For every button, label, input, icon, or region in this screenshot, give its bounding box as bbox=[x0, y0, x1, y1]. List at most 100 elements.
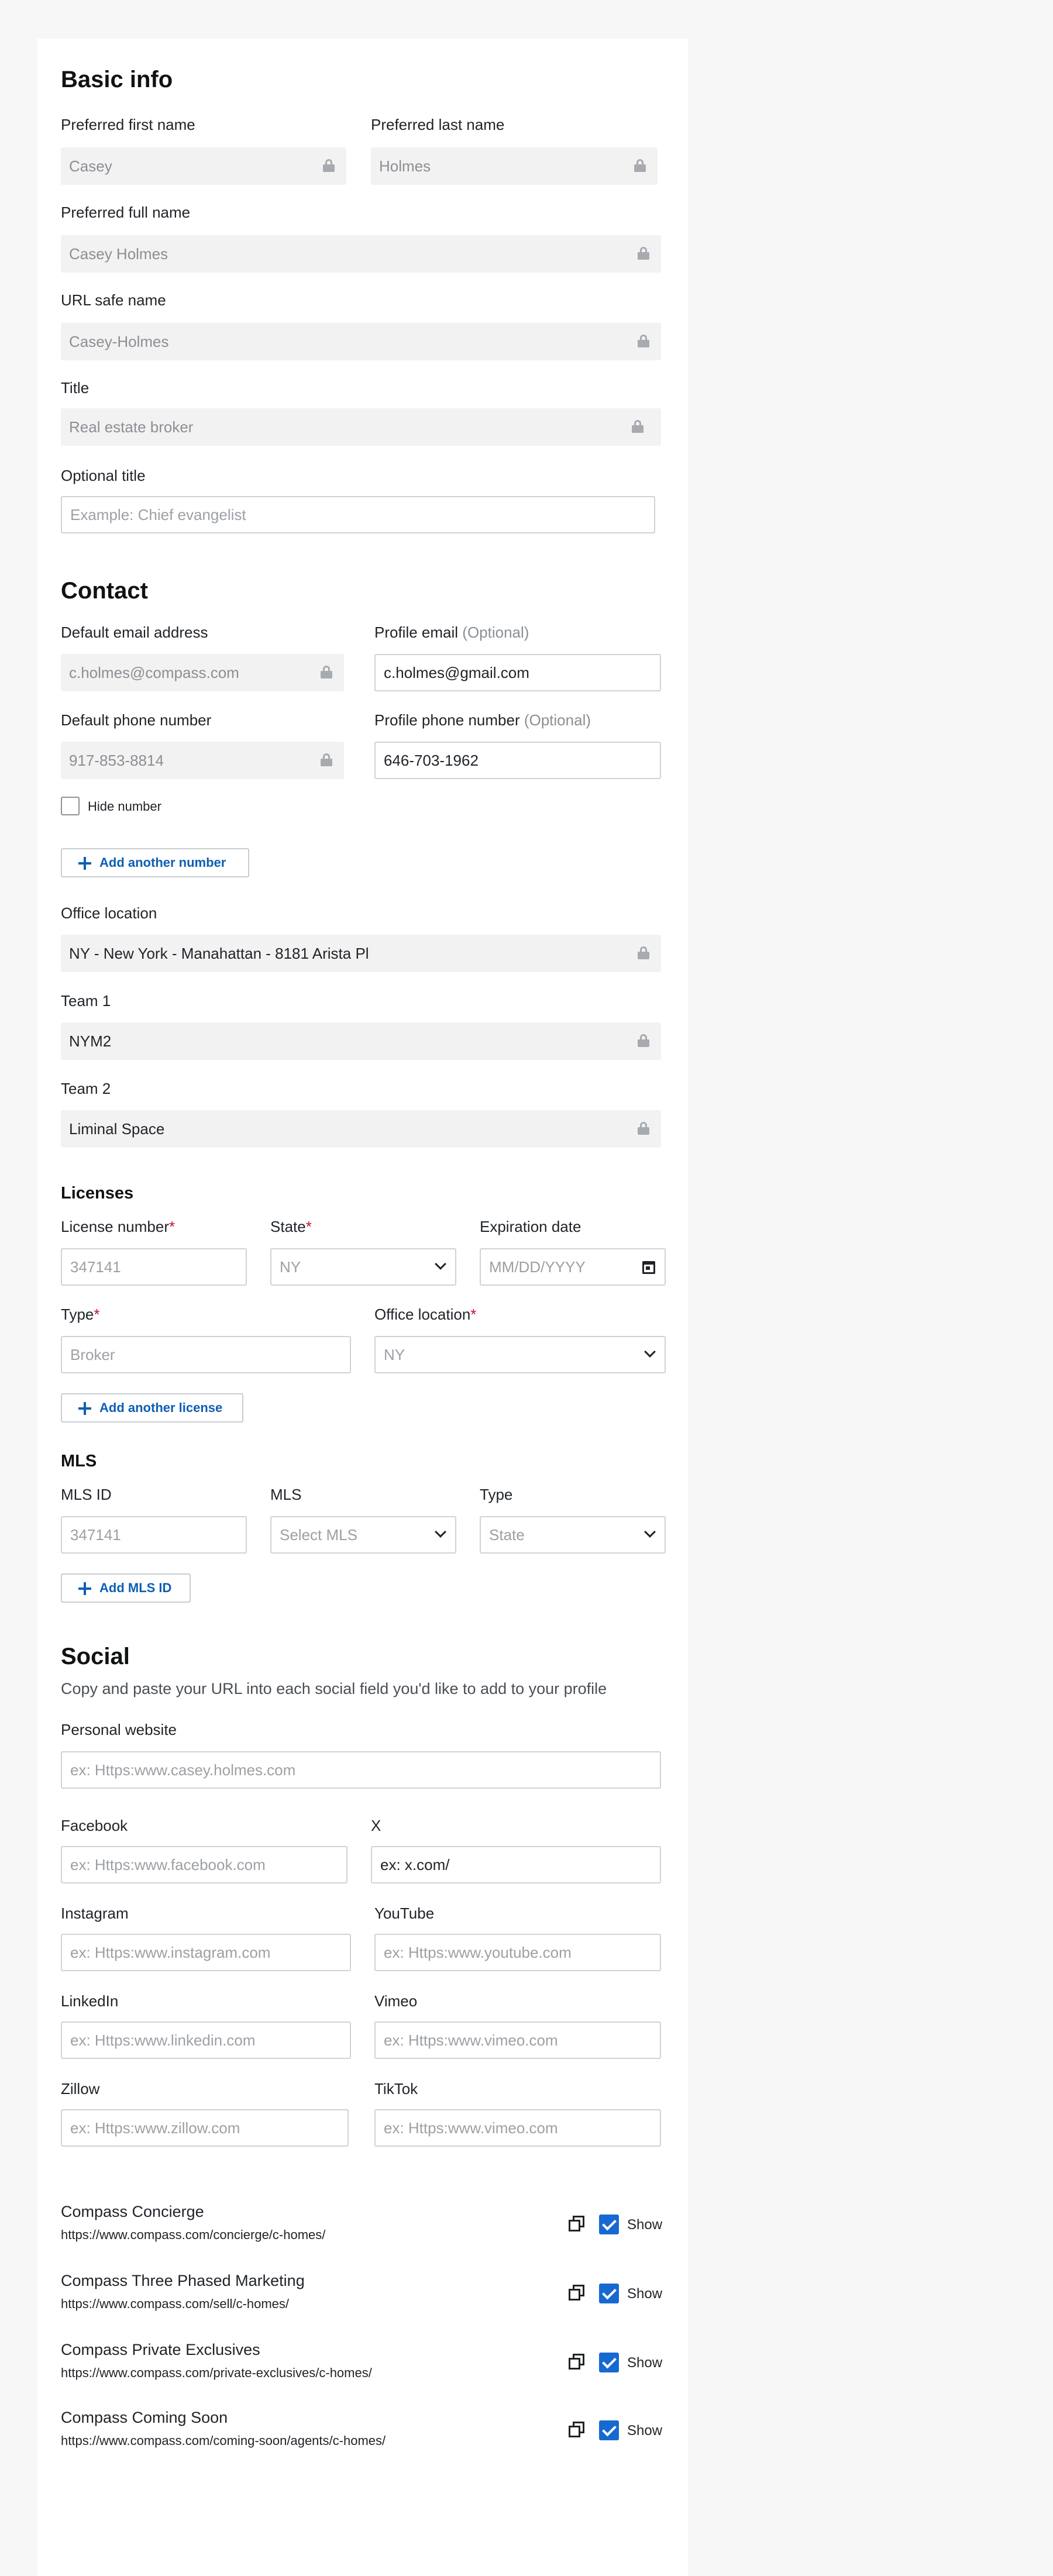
mls-placeholder: Select MLS bbox=[280, 1525, 357, 1544]
vimeo-input[interactable]: ex: Https:www.vimeo.com bbox=[374, 2021, 661, 2059]
x-label: X bbox=[371, 1817, 381, 1834]
license-type-label-text: Type bbox=[61, 1306, 94, 1323]
required-asterisk: * bbox=[305, 1218, 312, 1235]
last-name-field: Holmes bbox=[371, 147, 658, 185]
personal-website-label: Personal website bbox=[61, 1721, 177, 1738]
mls-id-input[interactable]: 347141 bbox=[61, 1516, 247, 1554]
show-checkbox[interactable] bbox=[599, 2284, 619, 2303]
instagram-label: Instagram bbox=[61, 1905, 129, 1922]
team1-value: NYM2 bbox=[69, 1032, 112, 1050]
lock-icon bbox=[638, 1034, 649, 1047]
vimeo-label: Vimeo bbox=[374, 1992, 418, 2010]
add-mls-id-button[interactable]: Add MLS ID bbox=[61, 1573, 191, 1603]
mls-type-select[interactable]: State bbox=[480, 1516, 666, 1554]
youtube-label: YouTube bbox=[374, 1905, 435, 1922]
lock-icon bbox=[638, 247, 649, 260]
license-type-input[interactable]: Broker bbox=[61, 1336, 351, 1373]
facebook-label: Facebook bbox=[61, 1817, 128, 1834]
plus-icon bbox=[78, 1582, 91, 1595]
chevron-down-icon bbox=[644, 1526, 656, 1538]
zillow-input[interactable]: ex: Https:www.zillow.com bbox=[61, 2109, 349, 2147]
state-placeholder: NY bbox=[280, 1258, 301, 1276]
profile-email-input[interactable]: c.holmes@gmail.com bbox=[374, 654, 661, 691]
state-label: State* bbox=[270, 1218, 312, 1236]
plus-icon bbox=[78, 1402, 91, 1415]
copy-icon[interactable] bbox=[569, 2422, 585, 2438]
link-url: https://www.compass.com/private-exclusiv… bbox=[61, 2365, 372, 2380]
facebook-input[interactable]: ex: Https:www.facebook.com bbox=[61, 1846, 347, 1883]
copy-icon[interactable] bbox=[569, 2354, 585, 2370]
copy-icon[interactable] bbox=[569, 2216, 585, 2232]
title-label: Title bbox=[61, 379, 90, 397]
chevron-down-icon bbox=[644, 1346, 656, 1358]
link-url: https://www.compass.com/coming-soon/agen… bbox=[61, 2433, 386, 2448]
license-office-location-select[interactable]: NY bbox=[374, 1336, 666, 1373]
instagram-input[interactable]: ex: Https:www.instagram.com bbox=[61, 1934, 351, 1971]
add-another-license-button[interactable]: Add another license bbox=[61, 1393, 243, 1423]
url-safe-name-value: Casey-Holmes bbox=[69, 332, 169, 350]
linkedin-label: LinkedIn bbox=[61, 1992, 119, 2010]
title-value: Real estate broker bbox=[69, 418, 194, 436]
calendar-icon[interactable] bbox=[642, 1261, 655, 1274]
instagram-placeholder: ex: Https:www.instagram.com bbox=[70, 1943, 271, 1961]
default-email-field: c.holmes@compass.com bbox=[61, 654, 344, 691]
required-asterisk: * bbox=[470, 1306, 477, 1323]
youtube-input[interactable]: ex: Https:www.youtube.com bbox=[374, 1934, 661, 1971]
personal-website-placeholder: ex: Https:www.casey.holmes.com bbox=[70, 1761, 296, 1779]
optional-title-input[interactable]: Example: Chief evangelist bbox=[61, 496, 655, 533]
social-description: Copy and paste your URL into each social… bbox=[61, 1680, 607, 1697]
mls-heading: MLS bbox=[61, 1452, 97, 1470]
default-phone-value: 917-853-8814 bbox=[69, 751, 164, 769]
lock-icon bbox=[638, 946, 649, 959]
chevron-down-icon bbox=[435, 1526, 446, 1538]
tiktok-label: TikTok bbox=[374, 2080, 418, 2098]
profile-phone-input[interactable]: 646-703-1962 bbox=[374, 742, 661, 779]
license-type-label: Type* bbox=[61, 1306, 100, 1324]
team2-value: Liminal Space bbox=[69, 1120, 165, 1138]
link-row-concierge: Compass Concierge https://www.compass.co… bbox=[61, 2203, 663, 2250]
mls-id-label: MLS ID bbox=[61, 1486, 112, 1503]
full-name-value: Casey Holmes bbox=[69, 244, 168, 263]
show-label: Show bbox=[627, 2355, 663, 2371]
tiktok-input[interactable]: ex: Https:www.vimeo.com bbox=[374, 2109, 661, 2147]
profile-phone-value: 646-703-1962 bbox=[384, 751, 479, 769]
first-name-field: Casey bbox=[61, 147, 346, 185]
expiration-date-placeholder: MM/DD/YYYY bbox=[489, 1258, 586, 1276]
team2-label: Team 2 bbox=[61, 1080, 111, 1097]
license-number-input[interactable]: 347141 bbox=[61, 1248, 247, 1286]
expiration-date-input[interactable]: MM/DD/YYYY bbox=[480, 1248, 666, 1286]
zillow-label: Zillow bbox=[61, 2080, 100, 2098]
youtube-placeholder: ex: Https:www.youtube.com bbox=[384, 1943, 572, 1961]
state-select[interactable]: NY bbox=[270, 1248, 456, 1286]
title-field: Real estate broker bbox=[61, 408, 661, 446]
vimeo-placeholder: ex: Https:www.vimeo.com bbox=[384, 2031, 558, 2049]
facebook-placeholder: ex: Https:www.facebook.com bbox=[70, 1855, 266, 1874]
linkedin-input[interactable]: ex: Https:www.linkedin.com bbox=[61, 2021, 351, 2059]
office-location-field: NY - New York - Manahattan - 8181 Arista… bbox=[61, 935, 661, 972]
office-location-label: Office location bbox=[61, 904, 157, 922]
show-label: Show bbox=[627, 2217, 663, 2233]
profile-phone-label-text: Profile phone number bbox=[374, 711, 520, 729]
optional-title-placeholder: Example: Chief evangelist bbox=[70, 505, 246, 524]
zillow-placeholder: ex: Https:www.zillow.com bbox=[70, 2119, 240, 2137]
hide-number-checkbox[interactable] bbox=[61, 797, 80, 815]
personal-website-input[interactable]: ex: Https:www.casey.holmes.com bbox=[61, 1751, 661, 1789]
show-checkbox[interactable] bbox=[599, 2420, 619, 2440]
show-checkbox[interactable] bbox=[599, 2353, 619, 2372]
x-input[interactable]: ex: x.com/ bbox=[371, 1846, 661, 1883]
optional-tag: (Optional) bbox=[462, 624, 529, 641]
mls-select[interactable]: Select MLS bbox=[270, 1516, 456, 1554]
last-name-value: Holmes bbox=[379, 157, 431, 175]
lock-icon bbox=[323, 159, 335, 172]
lock-icon bbox=[321, 666, 332, 679]
license-number-placeholder: 347141 bbox=[70, 1258, 121, 1276]
x-value: ex: x.com/ bbox=[380, 1855, 450, 1874]
show-checkbox[interactable] bbox=[599, 2215, 619, 2234]
add-another-number-button[interactable]: Add another number bbox=[61, 848, 249, 877]
copy-icon[interactable] bbox=[569, 2285, 585, 2301]
link-url: https://www.compass.com/sell/c-homes/ bbox=[61, 2296, 290, 2311]
license-number-label-text: License number bbox=[61, 1218, 169, 1235]
license-type-placeholder: Broker bbox=[70, 1345, 115, 1363]
lock-icon bbox=[634, 159, 646, 172]
optional-tag: (Optional) bbox=[524, 711, 591, 729]
